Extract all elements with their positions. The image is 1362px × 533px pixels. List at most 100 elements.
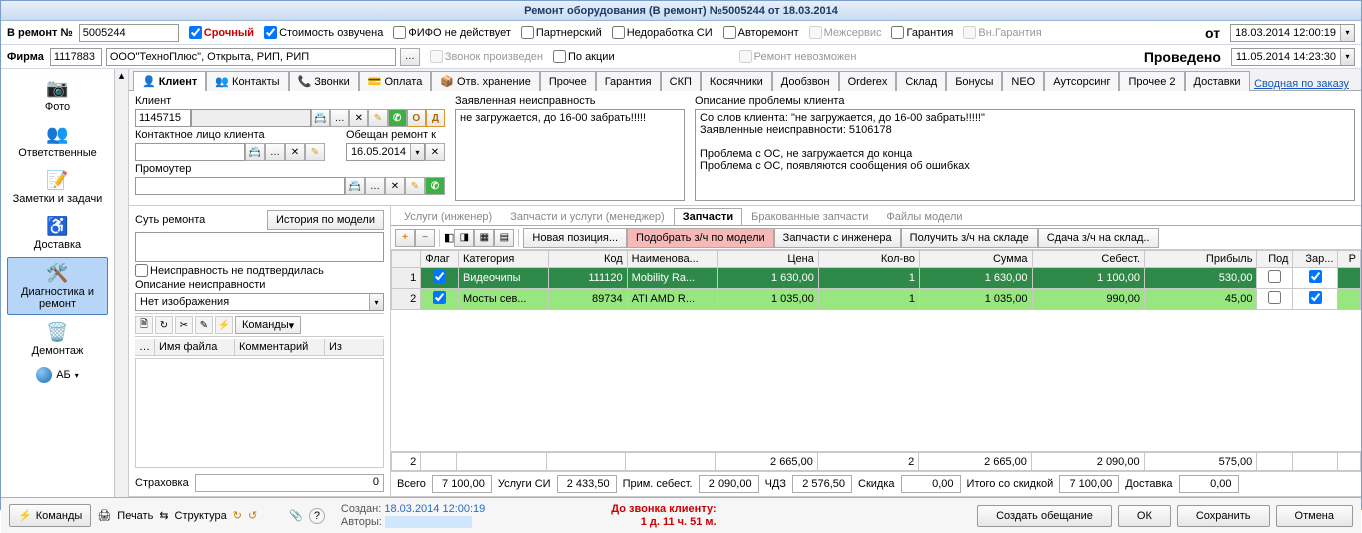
filelist-col-name[interactable]: Имя файла xyxy=(155,339,235,355)
client-more-button[interactable]: … xyxy=(330,109,349,127)
tab-outsource[interactable]: Аутсорсинг xyxy=(1044,71,1119,91)
client-name-input[interactable] xyxy=(191,109,311,127)
sidebar-item-notes[interactable]: 📝Заметки и задачи xyxy=(7,165,108,209)
tab-skp[interactable]: СКП xyxy=(661,71,701,91)
return-parts-stock-button[interactable]: Сдача з/ч на склад.. xyxy=(1038,228,1159,248)
file-cut-button[interactable]: ✂ xyxy=(175,316,193,334)
zar-checkbox[interactable] xyxy=(1309,291,1322,304)
printer-icon[interactable]: 🖨 xyxy=(97,509,111,522)
contact-lookup-button[interactable]: 📇 xyxy=(245,143,265,161)
problem-textarea[interactable]: Со слов клиента: "не загружается, до 16-… xyxy=(695,109,1355,201)
contact-input[interactable] xyxy=(135,143,245,161)
subtab-services-eng[interactable]: Услуги (инженер) xyxy=(395,208,501,225)
contact-more-button[interactable]: … xyxy=(265,143,285,161)
promoter-call-button[interactable]: ✆ xyxy=(425,177,445,195)
tb-icon4[interactable]: ▤ xyxy=(494,229,514,247)
fault-desc-select[interactable]: Нет изображения▾ xyxy=(135,293,384,311)
promoter-input[interactable] xyxy=(135,177,345,195)
save-button[interactable]: Сохранить xyxy=(1177,505,1270,527)
promoter-lookup-button[interactable]: 📇 xyxy=(345,177,365,195)
autorepair-checkbox[interactable]: Авторемонт xyxy=(723,26,799,39)
tab-warranty[interactable]: Гарантия xyxy=(596,71,661,91)
fault-textarea[interactable]: не загружается, до 16-00 забрать!!!!! xyxy=(455,109,685,201)
structure-icon[interactable]: ⇆ xyxy=(159,509,168,522)
pod-checkbox[interactable] xyxy=(1268,291,1281,304)
get-parts-stock-button[interactable]: Получить з/ч на складе xyxy=(901,228,1038,248)
sidebar-item-photo[interactable]: 📷Фото xyxy=(7,73,108,117)
warranty-checkbox[interactable]: Гарантия xyxy=(891,26,953,39)
repair-number-input[interactable] xyxy=(79,24,179,42)
tab-callback[interactable]: Дообзвон xyxy=(772,71,839,91)
tb-icon2[interactable]: ◨ xyxy=(454,229,474,247)
contact-clear-button[interactable]: ✕ xyxy=(285,143,305,161)
firm-code-input[interactable] xyxy=(50,48,102,66)
contact-edit-button[interactable]: ✎ xyxy=(305,143,325,161)
print-label[interactable]: Печать xyxy=(117,510,153,522)
fifo-checkbox[interactable]: ФИФО не действует xyxy=(393,26,510,39)
new-position-button[interactable]: Новая позиция... xyxy=(523,228,627,248)
client-d-button[interactable]: Д xyxy=(426,109,445,127)
tab-other2[interactable]: Прочее 2 xyxy=(1119,71,1184,91)
subtab-parts-mgr[interactable]: Запчасти и услуги (менеджер) xyxy=(501,208,673,225)
tb-icon1[interactable]: ◧ xyxy=(444,231,454,244)
firm-name-input[interactable] xyxy=(106,48,396,66)
structure-label[interactable]: Структура xyxy=(175,510,227,522)
tab-stock[interactable]: Склад xyxy=(896,71,946,91)
client-clear-button[interactable]: ✕ xyxy=(349,109,368,127)
tab-payment[interactable]: 💳Оплата xyxy=(359,71,432,91)
commands-button[interactable]: ⚡Команды xyxy=(9,504,91,527)
side-defect-checkbox[interactable]: Недоработка СИ xyxy=(612,26,713,39)
tab-calls[interactable]: 📞Звонки xyxy=(289,71,359,91)
sidebar-item-responsible[interactable]: 👥Ответственные xyxy=(7,119,108,163)
promoter-edit-button[interactable]: ✎ xyxy=(405,177,425,195)
tab-bonus[interactable]: Бонусы xyxy=(946,71,1002,91)
tb-icon3[interactable]: ▦ xyxy=(474,229,494,247)
subtab-defective[interactable]: Бракованные запчасти xyxy=(742,208,877,225)
urgent-checkbox[interactable]: Срочный xyxy=(189,26,254,39)
filelist-body[interactable] xyxy=(135,358,384,468)
sidebar-item-delivery[interactable]: ♿Доставка xyxy=(7,211,108,255)
promise-button[interactable]: Создать обещание xyxy=(977,505,1112,527)
filelist-col-comment[interactable]: Комментарий xyxy=(235,339,325,355)
filelist-col-from[interactable]: Из xyxy=(325,339,384,355)
sidebar-ab[interactable]: АБ▾ xyxy=(1,367,114,383)
promo-checkbox[interactable]: По акции xyxy=(553,50,615,63)
parts-from-engineer-button[interactable]: Запчасти с инженера xyxy=(774,228,901,248)
add-row-button[interactable]: + xyxy=(395,229,415,247)
parts-grid[interactable]: Флаг Категория Код Наименова... Цена Кол… xyxy=(391,250,1361,452)
tab-deliveries[interactable]: Доставки xyxy=(1185,71,1250,91)
posted-date-picker[interactable]: 11.05.2014 14:23:30▾ xyxy=(1231,48,1355,66)
flag-checkbox[interactable] xyxy=(433,270,446,283)
cost-voiced-checkbox[interactable]: Стоимость озвучена xyxy=(264,26,383,39)
tab-storage[interactable]: 📦Отв. хранение xyxy=(431,71,540,91)
client-id-input[interactable] xyxy=(135,109,191,127)
promoter-more-button[interactable]: … xyxy=(365,177,385,195)
essence-textarea[interactable] xyxy=(135,232,384,262)
client-o-button[interactable]: О xyxy=(407,109,426,127)
tab-contacts[interactable]: 👥Контакты xyxy=(206,71,288,91)
parts-row[interactable]: 2 Мосты сев... 89734 ATI AMD R... 1 035,… xyxy=(392,289,1361,310)
promised-date-picker[interactable]: 16.05.2014▾ xyxy=(346,143,425,161)
refresh2-icon[interactable]: ↺ xyxy=(248,509,257,522)
file-edit-button[interactable]: ✎ xyxy=(195,316,213,334)
remove-row-button[interactable]: − xyxy=(415,229,435,247)
summary-link[interactable]: Сводная по заказу xyxy=(1254,78,1361,90)
tab-orderex[interactable]: Orderex xyxy=(839,71,897,91)
firm-lookup-button[interactable]: … xyxy=(400,48,420,66)
pick-by-model-button[interactable]: Подобрать з/ч по модели xyxy=(627,228,774,248)
promised-clear-button[interactable]: ✕ xyxy=(425,143,445,161)
from-date-picker[interactable]: 18.03.2014 12:00:19▾ xyxy=(1230,24,1355,42)
file-commands-button[interactable]: Команды ▾ xyxy=(235,316,301,334)
promoter-clear-button[interactable]: ✕ xyxy=(385,177,405,195)
tab-client[interactable]: 👤Клиент xyxy=(133,71,206,91)
subtab-parts[interactable]: Запчасти xyxy=(674,208,742,225)
file-refresh-button[interactable]: ↻ xyxy=(155,316,173,334)
cancel-button[interactable]: Отмена xyxy=(1276,505,1353,527)
tab-other[interactable]: Прочее xyxy=(540,71,596,91)
client-edit-button[interactable]: ✎ xyxy=(368,109,387,127)
flag-checkbox[interactable] xyxy=(433,291,446,304)
refresh-icon[interactable]: ↻ xyxy=(233,509,242,522)
file-add-button[interactable]: 🗎 xyxy=(135,316,153,334)
sidebar-item-diagnostics[interactable]: 🛠️Диагностика и ремонт xyxy=(7,257,108,315)
tab-blamers[interactable]: Косячники xyxy=(701,71,772,91)
